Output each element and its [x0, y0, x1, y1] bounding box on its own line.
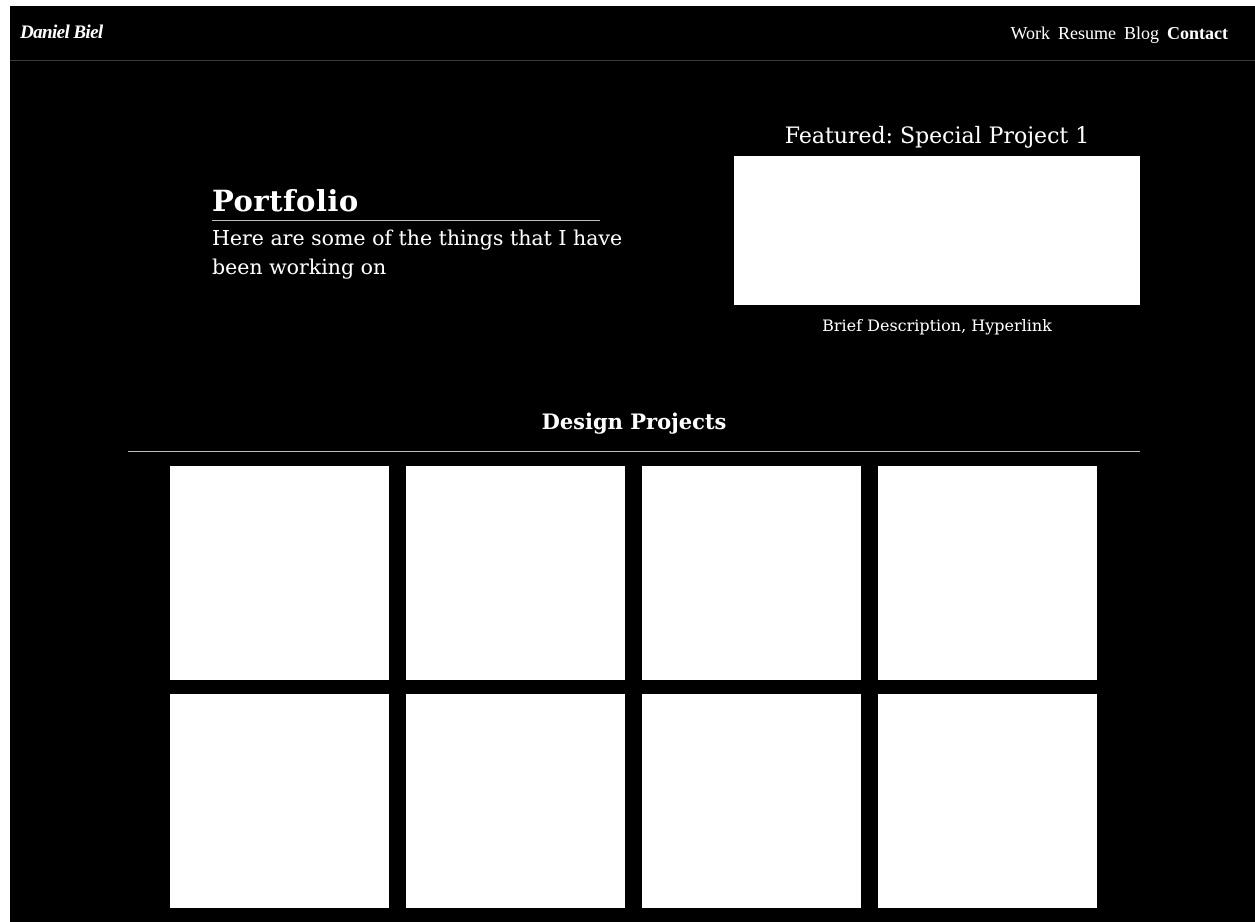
nav-link-resume[interactable]: Resume	[1058, 23, 1116, 44]
project-tile-3[interactable]	[642, 466, 861, 680]
project-tile-4[interactable]	[878, 466, 1097, 680]
page: Daniel Biel Work Resume Blog Contact Por…	[10, 6, 1255, 922]
section-divider	[128, 451, 1140, 452]
project-tile-6[interactable]	[406, 694, 625, 908]
featured-image[interactable]	[734, 156, 1140, 305]
nav-link-blog[interactable]: Blog	[1124, 23, 1159, 44]
project-tile-2[interactable]	[406, 466, 625, 680]
brand-logo[interactable]: Daniel Biel	[20, 22, 103, 44]
design-projects-heading: Design Projects	[541, 409, 727, 434]
featured-title: Featured: Special Project 1	[784, 124, 1090, 149]
project-tile-1[interactable]	[170, 466, 389, 680]
project-tile-7[interactable]	[642, 694, 861, 908]
project-grid	[170, 466, 1098, 908]
hero-section: Portfolio Here are some of the things th…	[212, 182, 622, 282]
page-title: Portfolio	[212, 182, 600, 221]
nav-link-work[interactable]: Work	[1010, 23, 1050, 44]
project-tile-8[interactable]	[878, 694, 1097, 908]
project-tile-5[interactable]	[170, 694, 389, 908]
page-subtitle: Here are some of the things that I have …	[212, 226, 623, 279]
nav-link-contact[interactable]: Contact	[1167, 23, 1228, 44]
top-navbar: Daniel Biel Work Resume Blog Contact	[10, 6, 1255, 61]
featured-description-link[interactable]: Brief Description, Hyperlink	[734, 315, 1140, 337]
nav-links: Work Resume Blog Contact	[1010, 23, 1228, 44]
